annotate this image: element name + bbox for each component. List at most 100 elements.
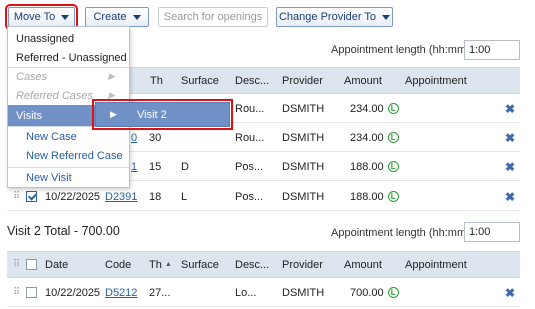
column-desc[interactable]: Desc... — [235, 252, 269, 277]
menu-item-visits-label: Visits — [16, 109, 43, 122]
column-amount[interactable]: Amount — [344, 68, 382, 93]
chevron-right-icon: ▶ — [108, 71, 115, 81]
submenu-item-visit-2[interactable]: ▶ Visit 2 — [92, 99, 233, 130]
row-desc: Pos... — [235, 160, 264, 173]
column-appointment[interactable]: Appointment — [405, 252, 467, 277]
status-l-icon: L — [387, 161, 399, 172]
submenu-item-visit-2-label: Visit 2 — [137, 108, 167, 121]
remove-row-button[interactable]: ✖ — [505, 153, 515, 180]
row-amount: 188.00 L — [350, 183, 399, 210]
drag-handle[interactable]: ⠿ — [13, 279, 20, 306]
close-icon: ✖ — [505, 189, 516, 204]
checkbox-icon — [26, 287, 37, 298]
row-desc: Rou... — [235, 131, 265, 144]
move-to-button[interactable]: Move To — [5, 4, 78, 30]
row-desc: Rou... — [235, 102, 265, 115]
table-row[interactable]: ⠿ 10/22/2025 D5212 27... Lo... DSMITH 70… — [7, 279, 520, 307]
column-appointment[interactable]: Appointment — [405, 68, 467, 93]
appointment-length-label: Appointment length (hh:mm) — [331, 227, 470, 239]
row-code[interactable]: D5212 — [105, 279, 137, 306]
checkbox-icon — [26, 259, 37, 270]
menu-item-new-referred-case[interactable]: New Referred Case — [8, 145, 129, 166]
select-all-checkbox[interactable] — [26, 252, 37, 277]
status-l-icon: L — [387, 132, 399, 143]
grid2-header: ⠿ Date Code Th ▲ Surface Desc... Provide… — [7, 251, 520, 278]
sort-up-icon: ▲ — [164, 261, 172, 268]
grip-icon: ⠿ — [13, 287, 20, 298]
column-code[interactable]: Code — [105, 252, 131, 277]
status-l-icon: L — [387, 103, 399, 114]
row-amount: 700.00 L — [350, 279, 399, 306]
row-code[interactable]: 0 — [131, 124, 137, 151]
row-provider: DSMITH — [282, 286, 325, 299]
grip-icon: ⠿ — [13, 191, 20, 202]
row-surface: L — [181, 190, 188, 203]
row-provider: DSMITH — [282, 131, 325, 144]
row-checkbox[interactable] — [26, 279, 37, 306]
menu-item-new-case[interactable]: New Case — [8, 126, 129, 147]
create-button[interactable]: Create — [85, 7, 149, 27]
column-provider[interactable]: Provider — [282, 68, 323, 93]
column-amount[interactable]: Amount — [344, 252, 382, 277]
chevron-down-icon — [61, 14, 70, 20]
menu-item-referred-cases-label: Referred Cases — [16, 89, 94, 102]
remove-row-button[interactable]: ✖ — [505, 124, 515, 151]
column-th[interactable]: Th — [150, 68, 163, 93]
row-amount: 234.00 L — [350, 124, 399, 151]
chevron-right-icon: ▶ — [110, 109, 117, 119]
close-icon: ✖ — [505, 130, 516, 145]
drag-handle-header: ⠿ — [13, 252, 20, 277]
column-th[interactable]: Th ▲ — [149, 252, 172, 277]
row-provider: DSMITH — [282, 160, 325, 173]
appointment-length-label: Appointment length (hh:mm) — [331, 44, 470, 56]
remove-row-button[interactable]: ✖ — [505, 279, 515, 306]
row-desc: Pos... — [235, 190, 264, 203]
amount-value: 188.00 — [350, 190, 384, 203]
status-l-icon: L — [387, 287, 399, 298]
move-to-label: Move To — [13, 11, 56, 23]
row-th: 18 — [149, 190, 162, 203]
row-amount: 188.00 L — [350, 153, 399, 180]
create-label: Create — [93, 11, 127, 23]
column-surface[interactable]: Surface — [181, 68, 219, 93]
menu-item-referred-unassigned[interactable]: Referred - Unassigned — [8, 47, 129, 68]
row-surface: D — [181, 160, 189, 173]
grip-icon: ⠿ — [13, 259, 20, 270]
row-amount: 234.00 L — [350, 95, 399, 122]
menu-item-cases: Cases ▶ — [8, 66, 129, 87]
search-openings-input[interactable]: Search for openings — [158, 7, 268, 27]
chevron-down-icon — [382, 14, 391, 20]
column-provider[interactable]: Provider — [282, 252, 323, 277]
status-l-icon: L — [387, 191, 399, 202]
remove-row-button[interactable]: ✖ — [505, 95, 515, 122]
column-desc[interactable]: Desc... — [235, 68, 269, 93]
appointment-length-input[interactable]: 1:00 — [464, 222, 520, 242]
amount-value: 234.00 — [350, 131, 384, 144]
close-icon: ✖ — [505, 101, 516, 116]
amount-value: 234.00 — [350, 102, 384, 115]
amount-value: 700.00 — [350, 286, 384, 299]
menu-item-new-visit[interactable]: New Visit — [8, 167, 129, 188]
row-provider: DSMITH — [282, 190, 325, 203]
close-icon: ✖ — [505, 159, 516, 174]
row-provider: DSMITH — [282, 102, 325, 115]
row-th: 15 — [149, 160, 162, 173]
amount-value: 188.00 — [350, 160, 384, 173]
chevron-down-icon — [132, 14, 141, 20]
appointment-length-input[interactable]: 1:00 — [464, 40, 520, 60]
checkbox-checked-icon — [26, 191, 37, 202]
visit2-total-title: Visit 2 Total - 700.00 — [7, 224, 120, 238]
column-date[interactable]: Date — [45, 252, 68, 277]
menu-item-unassigned[interactable]: Unassigned — [8, 28, 129, 49]
column-th-label: Th — [149, 258, 162, 271]
row-date: 10/22/2025 — [45, 286, 101, 299]
close-icon: ✖ — [505, 285, 516, 300]
row-desc: Lo... — [235, 286, 257, 299]
change-provider-button[interactable]: Change Provider To — [276, 7, 393, 27]
menu-item-cases-label: Cases — [16, 70, 48, 83]
remove-row-button[interactable]: ✖ — [505, 183, 515, 210]
column-surface[interactable]: Surface — [181, 252, 219, 277]
row-th: 30 — [149, 131, 162, 144]
row-code[interactable]: 1 — [131, 153, 137, 180]
chevron-right-icon: ▶ — [108, 90, 115, 100]
